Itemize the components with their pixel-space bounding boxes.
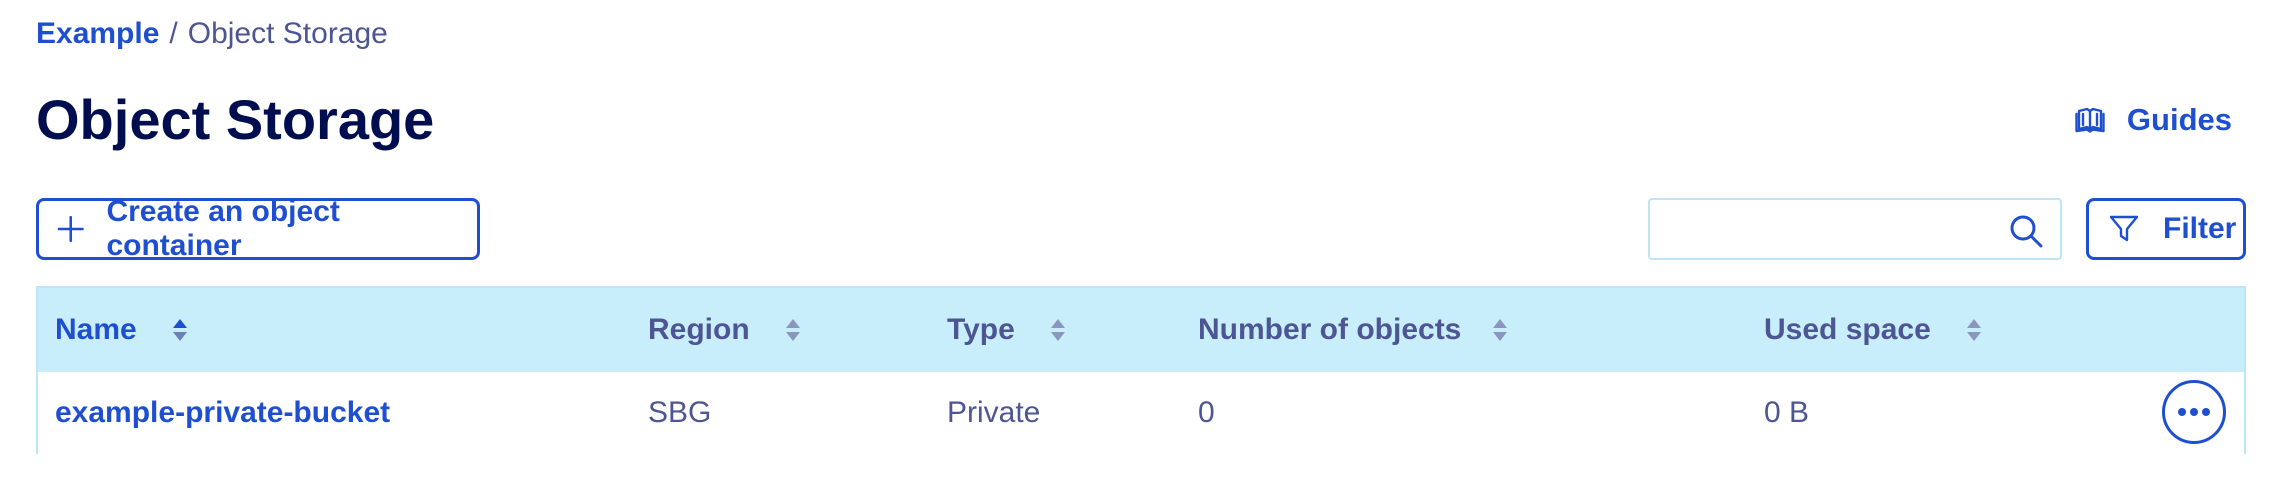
breadcrumb-root-link[interactable]: Example xyxy=(36,17,159,51)
row-actions-button[interactable] xyxy=(2162,380,2226,444)
column-header-region[interactable]: Region xyxy=(648,288,802,372)
column-header-label: Region xyxy=(648,313,750,346)
page: Example / Object Storage Object Storage … xyxy=(0,0,2286,496)
sort-icon xyxy=(1966,319,1981,341)
more-horizontal-icon xyxy=(2178,408,2210,416)
breadcrumb-separator: / xyxy=(169,17,178,50)
guides-label: Guides xyxy=(2126,102,2232,137)
column-header-label: Type xyxy=(947,313,1015,346)
table-row: example-private-bucket SBG Private 0 0 B xyxy=(38,372,2244,454)
column-header-label: Used space xyxy=(1764,313,1931,346)
sort-icon xyxy=(1050,319,1065,341)
create-container-button[interactable]: Create an object container xyxy=(36,195,480,262)
search-icon[interactable] xyxy=(2008,213,2044,249)
plus-icon xyxy=(57,215,84,243)
search-input[interactable] xyxy=(1650,200,1990,258)
filter-icon xyxy=(2109,215,2139,242)
filter-label: Filter xyxy=(2163,212,2237,245)
page-title: Object Storage xyxy=(36,88,435,151)
type-cell: Private xyxy=(947,396,1041,429)
filter-button[interactable]: Filter xyxy=(2086,198,2246,260)
breadcrumb: Example / Object Storage xyxy=(36,12,388,56)
column-header-name[interactable]: Name xyxy=(55,288,189,372)
sort-icon xyxy=(785,319,800,341)
create-container-label: Create an object container xyxy=(106,195,340,262)
search-box xyxy=(1648,198,2062,260)
column-header-type[interactable]: Type xyxy=(947,288,1067,372)
used-space-cell: 0 B xyxy=(1764,396,1810,429)
book-icon xyxy=(2075,107,2105,133)
breadcrumb-current: Object Storage xyxy=(187,17,388,50)
objects-count-cell: 0 xyxy=(1198,396,1215,429)
column-header-objects[interactable]: Number of objects xyxy=(1198,288,1509,372)
column-header-label: Name xyxy=(55,313,137,346)
column-header-label: Number of objects xyxy=(1198,313,1462,346)
guides-link[interactable]: Guides xyxy=(2075,96,2232,144)
region-cell: SBG xyxy=(648,396,712,429)
sort-icon xyxy=(172,319,187,341)
containers-table: Name Region Type Number of objects Used … xyxy=(36,286,2246,454)
column-header-used-space[interactable]: Used space xyxy=(1764,288,1983,372)
container-name-link[interactable]: example-private-bucket xyxy=(55,372,390,454)
table-header: Name Region Type Number of objects Used … xyxy=(38,288,2244,372)
sort-icon xyxy=(1493,319,1508,341)
